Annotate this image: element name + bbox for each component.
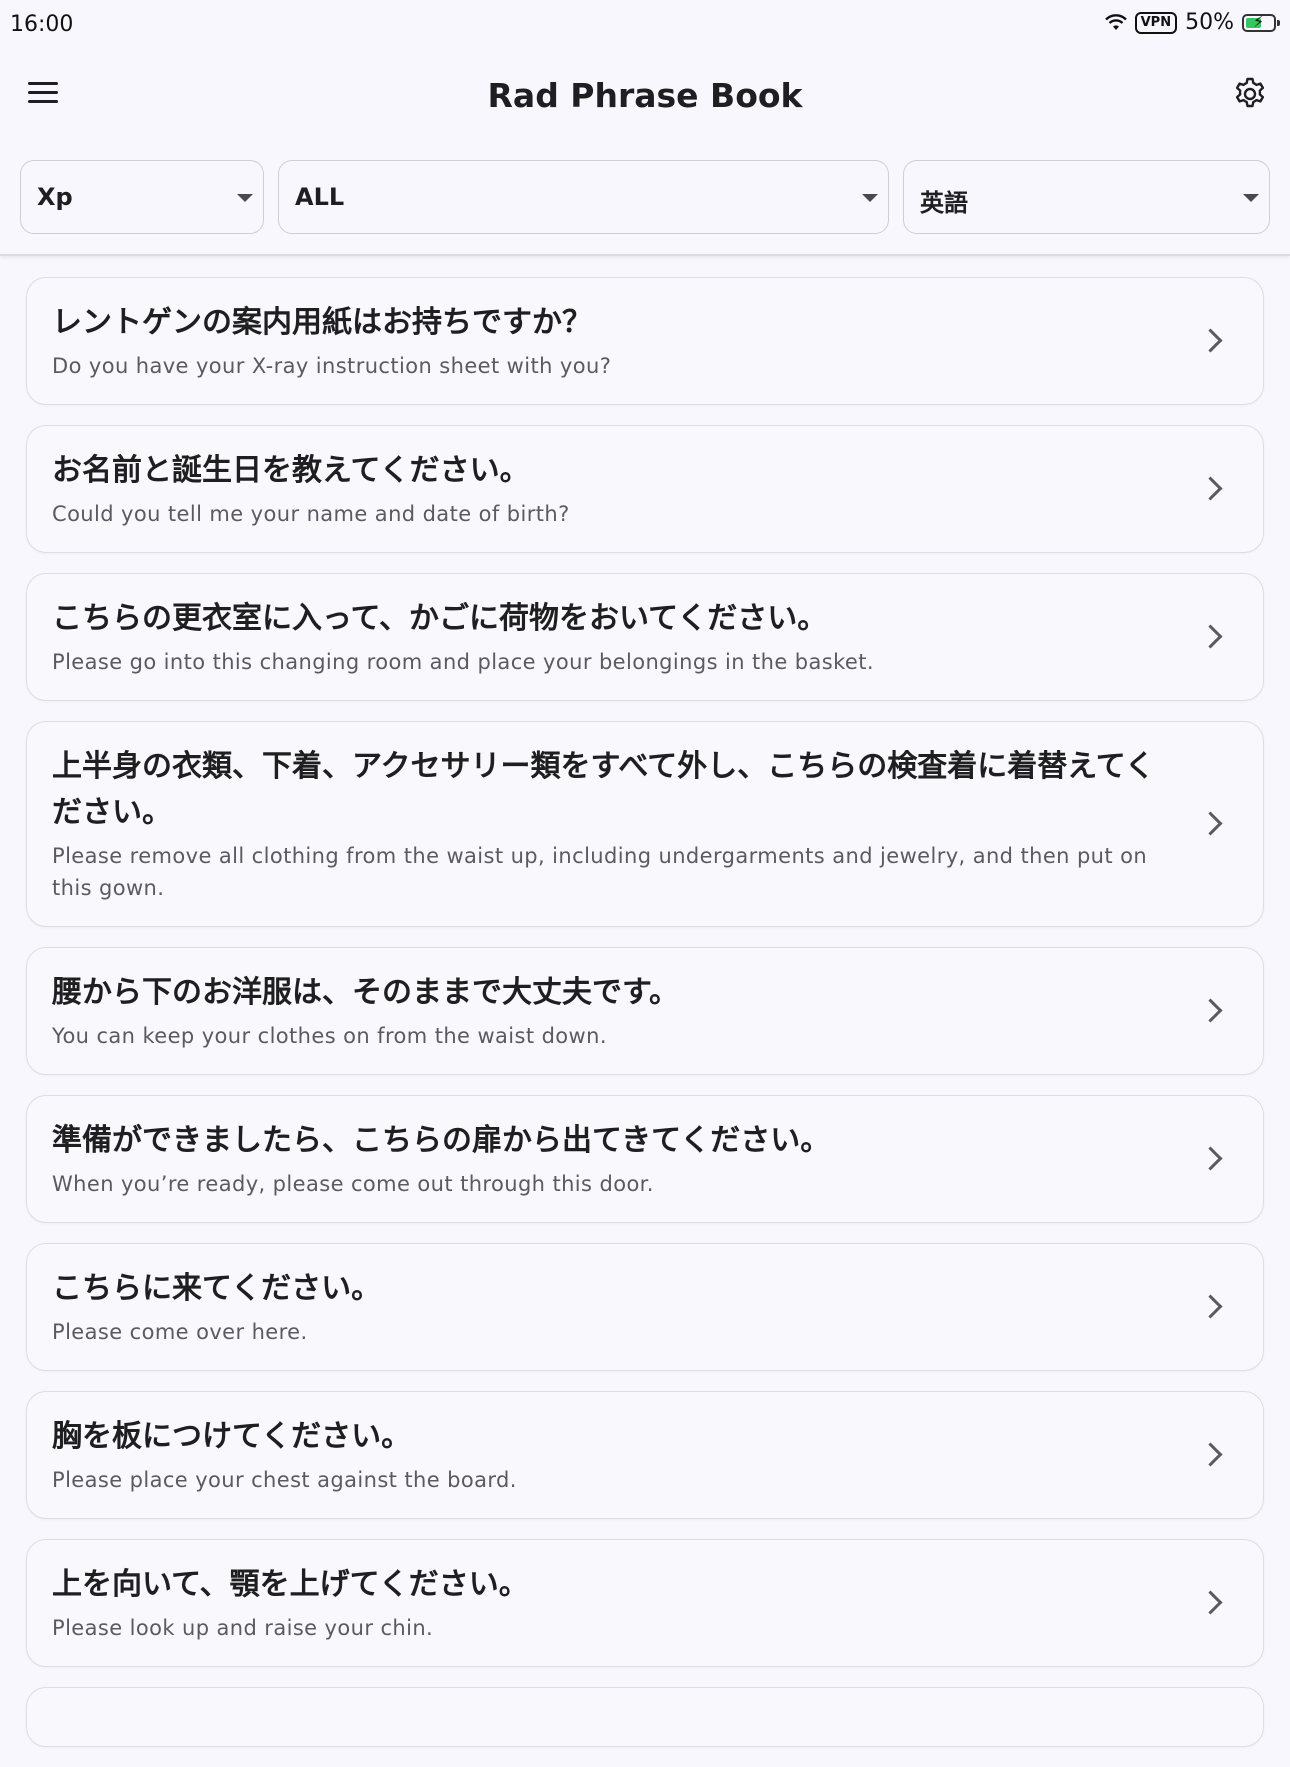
app-bar: Rad Phrase Book: [0, 56, 1290, 136]
phrase-japanese: 上を向いて、顎を上げてください。: [52, 1567, 529, 1602]
phrase-english: Please go into this changing room and pl…: [52, 650, 874, 674]
phrase-card[interactable]: 腰から下のお洋服は、そのままで大丈夫です。 You can keep your …: [26, 947, 1264, 1075]
phrase-card-partial[interactable]: [26, 1687, 1264, 1747]
chevron-right-icon: [1198, 811, 1223, 836]
chevron-right-icon: [1198, 328, 1223, 353]
phrase-english: Please remove all clothing from the wais…: [52, 844, 1148, 900]
phrase-english: When you’re ready, please come out throu…: [52, 1172, 654, 1196]
phrase-list: レントゲンの案内用紙はお持ちですか？ Do you have your X-ra…: [26, 277, 1264, 1767]
language-dropdown[interactable]: 英語: [903, 160, 1270, 234]
phrase-japanese: こちらの更衣室に入って、かごに荷物をおいてください。: [52, 601, 828, 636]
status-bar: 16:00 VPN 50% ⚡: [0, 0, 1290, 50]
phrase-card[interactable]: こちらの更衣室に入って、かごに荷物をおいてください。 Please go int…: [26, 573, 1264, 701]
phrase-card[interactable]: こちらに来てください。 Please come over here.: [26, 1243, 1264, 1371]
phrase-english: Do you have your X-ray instruction sheet…: [52, 354, 612, 378]
phrase-japanese: お名前と誕生日を教えてください。: [52, 453, 530, 488]
status-indicators: VPN 50% ⚡: [1104, 10, 1280, 35]
phrase-japanese: 上半身の衣類、下着、アクセサリー類をすべて外し、こちらの検査着に着替えてください…: [52, 749, 1155, 830]
chevron-right-icon: [1198, 1294, 1223, 1319]
chevron-right-icon: [1198, 1590, 1223, 1615]
phrase-japanese: こちらに来てください。: [52, 1271, 382, 1306]
status-time: 16:00: [10, 12, 74, 37]
phrase-english: Please look up and raise your chin.: [52, 1616, 434, 1640]
vpn-badge: VPN: [1134, 11, 1178, 34]
phrase-card[interactable]: 胸を板につけてください。 Please place your chest aga…: [26, 1391, 1264, 1519]
phrase-english: Please place your chest against the boar…: [52, 1468, 517, 1492]
phrase-english: You can keep your clothes on from the wa…: [52, 1024, 607, 1048]
chevron-right-icon: [1198, 998, 1223, 1023]
page-title: Rad Phrase Book: [487, 76, 803, 115]
phrase-japanese: レントゲンの案内用紙はお持ちですか？: [52, 305, 592, 340]
chevron-right-icon: [1198, 624, 1223, 649]
phrase-english: Please come over here.: [52, 1320, 308, 1344]
phrase-english: Could you tell me your name and date of …: [52, 502, 570, 526]
phrase-card[interactable]: お名前と誕生日を教えてください。 Could you tell me your …: [26, 425, 1264, 553]
phrase-card[interactable]: 上半身の衣類、下着、アクセサリー類をすべて外し、こちらの検査着に着替えてください…: [26, 721, 1264, 927]
gear-icon[interactable]: [1232, 76, 1268, 112]
phrase-card[interactable]: 準備ができましたら、こちらの扉から出てきてください。 When you’re r…: [26, 1095, 1264, 1223]
phrase-japanese: 腰から下のお洋服は、そのままで大丈夫です。: [52, 975, 679, 1010]
phrase-card[interactable]: 上を向いて、顎を上げてください。 Please look up and rais…: [26, 1539, 1264, 1667]
language-value: 英語: [920, 189, 968, 217]
phrase-card[interactable]: レントゲンの案内用紙はお持ちですか？ Do you have your X-ra…: [26, 277, 1264, 405]
chevron-right-icon: [1198, 1442, 1223, 1467]
battery-icon: ⚡: [1242, 12, 1280, 32]
modality-value: Xp: [37, 183, 73, 211]
wifi-icon: [1104, 13, 1127, 30]
category-dropdown[interactable]: ALL: [278, 160, 889, 234]
dropdown-arrow-icon: [237, 194, 253, 202]
modality-dropdown[interactable]: Xp: [20, 160, 264, 234]
category-value: ALL: [295, 183, 345, 211]
phrase-japanese: 準備ができましたら、こちらの扉から出てきてください。: [52, 1123, 831, 1158]
chevron-right-icon: [1198, 476, 1223, 501]
battery-percentage: 50%: [1185, 10, 1234, 35]
filter-bar: Xp ALL 英語: [0, 150, 1290, 256]
chevron-right-icon: [1198, 1146, 1223, 1171]
phrase-japanese: 胸を板につけてください。: [52, 1419, 412, 1454]
dropdown-arrow-icon: [1243, 194, 1259, 202]
dropdown-arrow-icon: [862, 194, 878, 202]
